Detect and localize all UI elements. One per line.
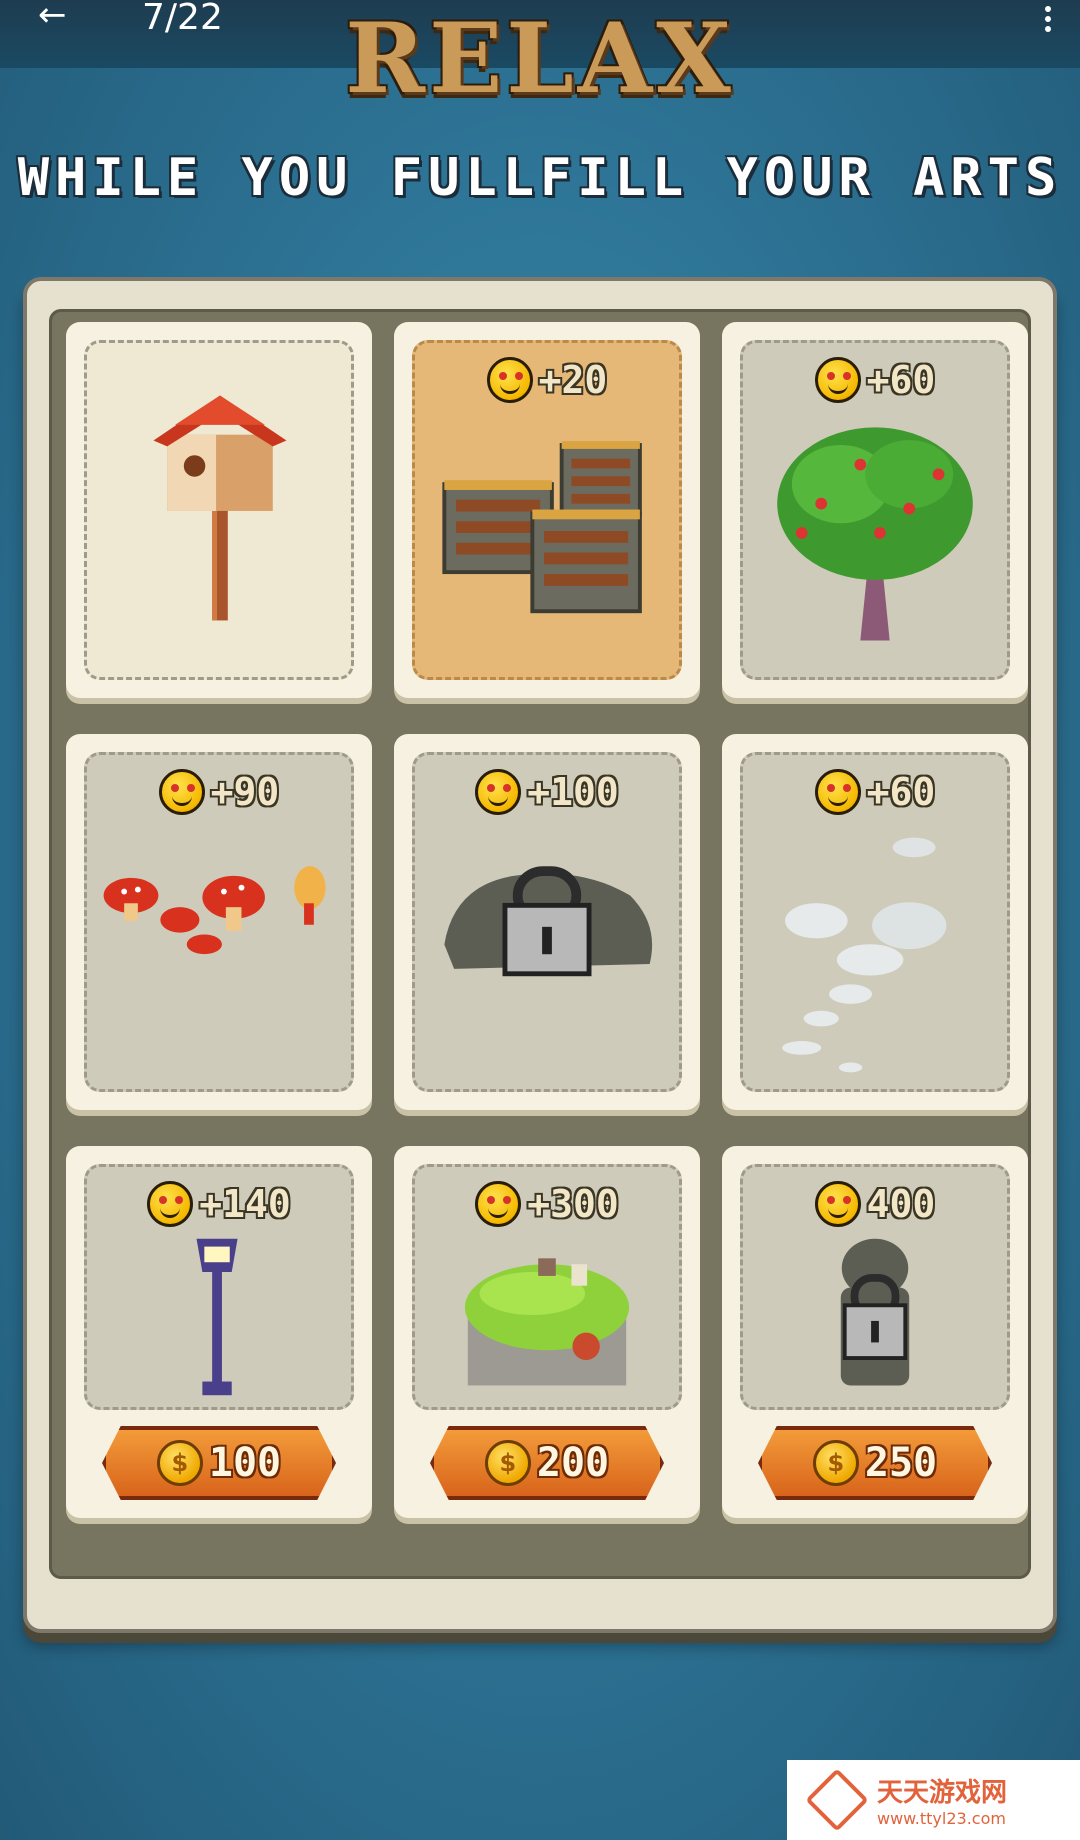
reward-value: +90 bbox=[210, 769, 280, 814]
buy-button[interactable]: $250 bbox=[758, 1426, 992, 1500]
art-card-locked[interactable]: +100 bbox=[394, 734, 700, 1110]
watermark: 天天游戏网 www.ttyl23.com bbox=[787, 1760, 1080, 1840]
lock-icon bbox=[444, 866, 653, 977]
reward-value: 400 bbox=[866, 1181, 936, 1226]
hobbit-house-icon bbox=[464, 1258, 630, 1386]
card-face: +20 bbox=[412, 340, 682, 680]
art-grid: +20 +60 +90 +100 +60 +140 $ 100 +300 $ 2… bbox=[49, 309, 1031, 1579]
card-face: +60 bbox=[740, 340, 1010, 680]
stones-icon bbox=[782, 837, 947, 1073]
coin-icon: $ bbox=[812, 1440, 859, 1486]
coin-icon: $ bbox=[484, 1440, 531, 1486]
reward-value: +60 bbox=[866, 357, 936, 402]
art-card-locked-figure[interactable]: 400 $250 bbox=[722, 1146, 1028, 1518]
art-card-hobbit-house[interactable]: +300 $200 bbox=[394, 1146, 700, 1518]
price-value: 100 bbox=[208, 1440, 282, 1486]
card-face: +140 bbox=[84, 1164, 354, 1410]
art-card-street-lamp[interactable]: +140 $100 bbox=[66, 1146, 372, 1518]
card-face: +90 bbox=[84, 752, 354, 1092]
art-panel: +20 +60 +90 +100 +60 +140 $ 100 +300 $ 2… bbox=[23, 277, 1057, 1633]
mushrooms-icon bbox=[103, 866, 326, 955]
smiley-coin-icon bbox=[486, 356, 533, 403]
smiley-coin-icon bbox=[814, 356, 861, 403]
card-face bbox=[84, 340, 354, 680]
card-face: +100 bbox=[412, 752, 682, 1092]
art-card-birdhouse[interactable] bbox=[66, 322, 372, 698]
card-face: +60 bbox=[740, 752, 1010, 1092]
apple-tree-icon bbox=[777, 427, 973, 641]
watermark-name: 天天游戏网 bbox=[877, 1778, 1008, 1808]
buy-button[interactable]: $100 bbox=[102, 1426, 336, 1500]
smiley-coin-icon bbox=[475, 1180, 522, 1227]
smiley-coin-icon bbox=[475, 768, 522, 815]
smiley-coin-icon bbox=[158, 768, 205, 815]
coin-icon: $ bbox=[156, 1440, 203, 1486]
card-face: +300 bbox=[412, 1164, 682, 1410]
reward-value: +60 bbox=[866, 769, 936, 814]
reward-value: +300 bbox=[527, 1181, 619, 1226]
smiley-coin-icon bbox=[814, 1180, 861, 1227]
page-title: RELAX bbox=[345, 2, 735, 115]
smiley-coin-icon bbox=[814, 768, 861, 815]
price-value: 250 bbox=[864, 1440, 938, 1486]
card-face: 400 bbox=[740, 1164, 1010, 1410]
art-card-apple-tree[interactable]: +60 bbox=[722, 322, 1028, 698]
crates-icon bbox=[442, 441, 642, 614]
watermark-url: www.ttyl23.com bbox=[877, 1809, 1006, 1828]
reward-value: +140 bbox=[199, 1181, 291, 1226]
art-card-crates[interactable]: +20 bbox=[394, 322, 700, 698]
reward-value: +20 bbox=[538, 357, 608, 402]
birdhouse-icon bbox=[153, 395, 287, 621]
smiley-coin-icon bbox=[147, 1180, 194, 1227]
reward-value: +100 bbox=[527, 769, 619, 814]
lock-icon bbox=[840, 1238, 910, 1386]
watermark-logo-icon bbox=[805, 1768, 869, 1832]
page-subtitle: WHILE YOU FULLFILL YOUR ARTS bbox=[17, 148, 1063, 208]
art-card-mushrooms[interactable]: +90 bbox=[66, 734, 372, 1110]
street-lamp-icon bbox=[196, 1238, 238, 1396]
buy-button[interactable]: $200 bbox=[430, 1426, 664, 1500]
price-value: 200 bbox=[536, 1440, 610, 1486]
art-card-stones[interactable]: +60 bbox=[722, 734, 1028, 1110]
